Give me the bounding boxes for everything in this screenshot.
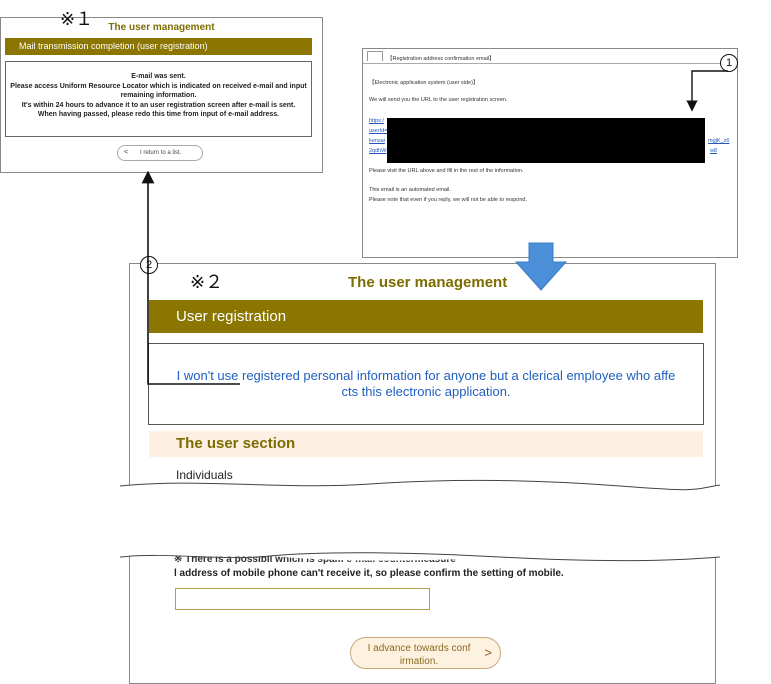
email-confirm-field[interactable] (175, 588, 430, 610)
email-reply-note: Please note that even if you reply, we w… (369, 197, 527, 203)
annotation-circle-1: 1 (720, 54, 738, 72)
mail-avatar-icon (367, 51, 383, 61)
registration-form-bottom: ※ There is a possibil which is spam e-ma… (129, 556, 716, 684)
email-link-tail[interactable]: w8 (710, 148, 717, 154)
message-line: When having passed, please redo this tim… (37, 111, 280, 118)
advance-to-confirmation-button[interactable]: I advance towards conf irmation. > (350, 637, 501, 669)
return-to-list-label: I return to a list. (140, 150, 182, 156)
return-to-list-button[interactable]: < I return to a list. (117, 145, 203, 161)
completion-title: The user management (108, 22, 215, 33)
email-subject: 【Registration address confirmation email… (387, 56, 495, 62)
advance-button-label: I advance towards conf irmation. (367, 643, 471, 667)
email-link-fragment[interactable]: https:/ (369, 118, 384, 124)
message-line: Please access Uniform Resource Locator w… (10, 82, 307, 90)
user-section-value: Individuals (176, 468, 233, 482)
annotation-mark-1: ※１ (60, 9, 94, 30)
registration-screen: The user management User registration I … (129, 263, 716, 491)
user-section-header: The user section (149, 431, 703, 457)
mobile-warning-text: l address of mobile phone can't receive … (174, 568, 564, 579)
email-link-fragment[interactable]: kensai (369, 138, 385, 144)
completion-message-box: E-mail was sent. Please access Uniform R… (5, 61, 312, 137)
redacted-url-block (387, 118, 705, 163)
email-link-fragment[interactable]: userId= (369, 128, 388, 134)
message-line: It's within 24 hours to advance it to an… (21, 101, 296, 109)
message-line: E-mail was sent. (131, 73, 186, 80)
email-intro: We will send you the URL to the user reg… (369, 97, 508, 103)
subject-divider (363, 63, 737, 64)
chevron-left-icon: < (124, 149, 129, 156)
privacy-notice-box: I won't use registered personal informat… (148, 343, 704, 425)
registration-title: The user management (348, 274, 508, 291)
registration-header-bar: User registration (149, 300, 703, 333)
email-link-tail[interactable]: mgjK_z6 (708, 138, 729, 144)
privacy-notice-text: I won't use registered personal informat… (176, 368, 676, 399)
email-auto-note: This email is an automated email. (369, 187, 451, 193)
partial-note-text: ※ There is a possibil which is spam e-ma… (174, 556, 456, 565)
annotation-circle-2: 2 (140, 256, 158, 274)
chevron-right-icon: > (484, 645, 492, 660)
email-instruction: Please visit the URL above and fill in t… (369, 168, 524, 174)
completion-screen: The user management Mail transmission co… (0, 17, 323, 173)
completion-header-bar: Mail transmission completion (user regis… (5, 38, 312, 55)
email-link-fragment[interactable]: 2qdhW (369, 148, 386, 154)
confirmation-email: 【Registration address confirmation email… (362, 48, 738, 258)
email-system-line: 【Electronic application system (user sid… (369, 80, 479, 86)
annotation-mark-2: ※２ (190, 272, 224, 293)
message-line: remaining information. (120, 92, 197, 99)
